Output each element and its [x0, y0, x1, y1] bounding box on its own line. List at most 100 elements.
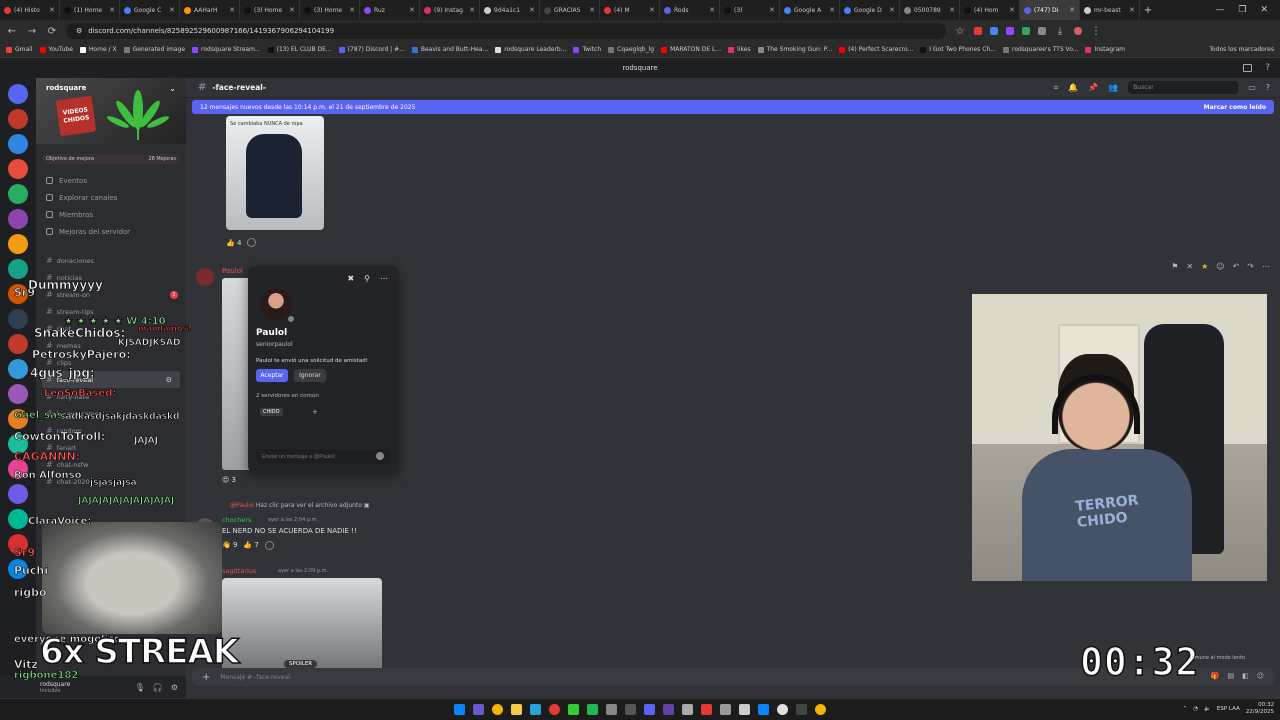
tab-close-icon[interactable]: ✕ — [829, 6, 835, 14]
pin-icon[interactable]: 📌 — [1088, 83, 1098, 92]
flag-icon[interactable]: ⚑ — [1171, 262, 1178, 271]
taskbar-app-icon[interactable] — [663, 704, 674, 715]
browser-tab[interactable]: 9d4a1c1 ✕ — [480, 0, 540, 20]
server-icon[interactable] — [8, 259, 28, 279]
star-icon[interactable]: ★ — [1201, 262, 1208, 271]
server-icon[interactable] — [8, 534, 28, 554]
tab-close-icon[interactable]: ✕ — [1009, 6, 1015, 14]
block-icon[interactable]: ✖ — [347, 274, 354, 283]
taskbar-app-icon[interactable] — [549, 704, 560, 715]
clock[interactable]: 00:32 22/9/2025 — [1246, 702, 1274, 716]
tab-close-icon[interactable]: ✕ — [1069, 6, 1075, 14]
bookmark[interactable]: Instagram — [1085, 46, 1125, 53]
browser-tab[interactable]: mr-beast ✕ — [1080, 0, 1140, 20]
inbox-icon[interactable] — [1243, 64, 1252, 72]
browser-tab[interactable]: Ruz ✕ — [360, 0, 420, 20]
taskbar-app-icon[interactable] — [606, 704, 617, 715]
browser-tab[interactable]: (4) M ✕ — [600, 0, 660, 20]
tab-close-icon[interactable]: ✕ — [229, 6, 235, 14]
chevron-up-icon[interactable]: ⌃ — [1183, 706, 1188, 712]
add-reaction-icon[interactable] — [264, 541, 274, 550]
site-info-icon[interactable]: ⚙ — [76, 27, 82, 35]
more-icon[interactable]: ⋯ — [1262, 262, 1270, 271]
extension-icon[interactable] — [974, 27, 982, 35]
tab-close-icon[interactable]: ✕ — [409, 6, 415, 14]
sidebar-item-4[interactable]: Mejoras del servidor — [36, 223, 186, 240]
server-tag[interactable]: CHIDO — [260, 408, 283, 416]
reload-icon[interactable]: ⟳ — [46, 26, 58, 37]
bookmark[interactable]: (4) Perfect Scarecro... — [839, 46, 913, 53]
server-banner[interactable]: rodsquare ⌄ VIDEOS CHIDOS — [36, 78, 186, 144]
channel-item[interactable]: # fanart — [36, 439, 186, 456]
taskbar-app-icon[interactable] — [777, 704, 788, 715]
server-icon[interactable] — [8, 484, 28, 504]
browser-tab[interactable]: Google A ✕ — [780, 0, 840, 20]
browser-tab[interactable]: AAHarH ✕ — [180, 0, 240, 20]
reaction-pill[interactable]: 👍 4 — [226, 239, 241, 247]
reaction-pill[interactable]: 👋 9 — [222, 541, 237, 550]
browser-tab[interactable]: (9) Instag ✕ — [420, 0, 480, 20]
browser-tab[interactable]: Rods ✕ — [660, 0, 720, 20]
taskbar-app-icon[interactable] — [739, 704, 750, 715]
extension-icon[interactable] — [1022, 27, 1030, 35]
language-indicator[interactable]: ESP LAA — [1217, 706, 1240, 712]
telegram-icon[interactable] — [530, 704, 541, 715]
server-icon[interactable] — [8, 409, 28, 429]
forward-icon[interactable]: → — [26, 26, 38, 37]
profile-avatar-icon[interactable] — [1074, 27, 1082, 35]
server-icon[interactable] — [8, 359, 28, 379]
bookmark[interactable]: (787) Discord | #... — [338, 46, 405, 53]
taskbar-app-icon[interactable] — [720, 704, 731, 715]
sidebar-item-2[interactable]: Explorar canales — [36, 189, 186, 206]
browser-tab[interactable]: (747) Di ✕ — [1020, 0, 1080, 20]
forward-icon[interactable]: ↷ — [1247, 262, 1254, 271]
back-icon[interactable]: ← — [6, 26, 18, 37]
bookmark[interactable]: I Got Two Phones Ch... — [920, 46, 996, 53]
taskbar-app-icon[interactable] — [796, 704, 807, 715]
server-name[interactable]: rodsquare — [46, 84, 86, 92]
channel-item[interactable]: # chat-2020 — [36, 473, 186, 490]
tab-close-icon[interactable]: ✕ — [649, 6, 655, 14]
download-icon[interactable]: ⤓ — [1054, 26, 1066, 37]
headphones-icon[interactable]: 🎧 — [153, 683, 163, 692]
server-icon[interactable] — [8, 334, 28, 354]
file-explorer-icon[interactable] — [511, 704, 522, 715]
bookmark[interactable]: Beavis and Butt-Hea... — [411, 46, 488, 53]
browser-tab[interactable]: GRACIAS ✕ — [540, 0, 600, 20]
bookmark[interactable]: MARATON DE L... — [661, 46, 721, 53]
bookmark[interactable]: Cqaeglqb_lg — [608, 46, 654, 53]
search-input[interactable]: Buscar — [1128, 81, 1239, 94]
channel-item[interactable]: # face-reveal ⚙ — [42, 371, 180, 388]
sidebar-item-3[interactable]: Miembros — [36, 206, 186, 223]
bookmark[interactable]: rodsquaree's TTS Vo... — [1002, 46, 1078, 53]
add-icon[interactable]: + — [312, 408, 318, 416]
message-author[interactable]: chochers — [222, 516, 251, 524]
taskbar-app-icon[interactable] — [568, 704, 579, 715]
browser-tab[interactable]: 0500789 ✕ — [900, 0, 960, 20]
bookmark[interactable]: YouTube — [39, 46, 73, 53]
network-icon[interactable]: ◔ — [1193, 706, 1198, 712]
browser-tab[interactable]: (3) Home ✕ — [240, 0, 300, 20]
close-icon[interactable]: ✕ — [1260, 5, 1268, 15]
minimize-icon[interactable]: — — [1215, 5, 1224, 15]
avatar[interactable] — [196, 268, 214, 286]
bookmark[interactable]: Gmail — [6, 46, 33, 53]
maximize-icon[interactable]: ❐ — [1238, 5, 1246, 15]
reaction-pill[interactable]: 👍 7 — [243, 541, 258, 550]
bookmark[interactable]: Generated image — [123, 46, 185, 53]
tab-close-icon[interactable]: ✕ — [349, 6, 355, 14]
obs-icon[interactable] — [625, 704, 636, 715]
notification-bell-icon[interactable]: 🔔 — [1068, 83, 1078, 92]
profile-message-input[interactable] — [256, 449, 390, 464]
volume-icon[interactable]: 🔈 — [1204, 706, 1211, 712]
accept-button[interactable]: Aceptar — [256, 369, 288, 382]
server-icon[interactable] — [8, 459, 28, 479]
new-messages-bar[interactable]: 12 mensajes nuevos desde las 10:14 p.m. … — [192, 100, 1274, 114]
browser-tab[interactable]: (3) ✕ — [720, 0, 780, 20]
server-icon[interactable] — [8, 234, 28, 254]
bookmark-star-icon[interactable]: ☆ — [954, 26, 966, 37]
all-bookmarks-folder[interactable]: Todos los marcadores — [1209, 46, 1274, 53]
tab-close-icon[interactable]: ✕ — [589, 6, 595, 14]
channel-item[interactable]: # stream-on 1 — [36, 286, 186, 303]
help-icon[interactable]: ? — [1266, 83, 1270, 92]
